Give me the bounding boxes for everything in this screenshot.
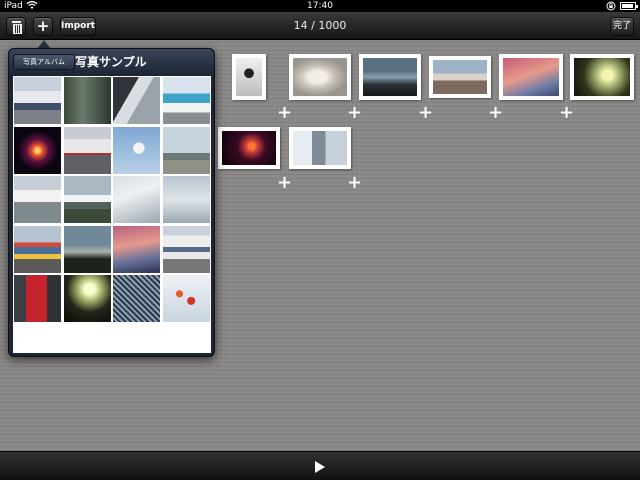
photo-thumbnail[interactable] bbox=[14, 176, 61, 223]
top-toolbar: + Import 14 / 1000 完了 bbox=[0, 12, 640, 40]
insert-plus-icon[interactable]: + bbox=[418, 104, 433, 122]
photo-thumbnail[interactable] bbox=[63, 126, 111, 174]
photo-thumbnail[interactable] bbox=[162, 176, 210, 223]
canvas-photo[interactable] bbox=[570, 54, 634, 100]
photo-image bbox=[433, 60, 487, 94]
photo-thumbnail[interactable] bbox=[14, 225, 61, 273]
insert-plus-icon[interactable]: + bbox=[347, 174, 362, 192]
canvas-photo[interactable] bbox=[499, 54, 563, 100]
status-bar: iPad 17:40 bbox=[0, 0, 640, 12]
photo-thumbnail[interactable] bbox=[113, 126, 160, 174]
photo-image bbox=[363, 58, 417, 96]
photo-counter: 14 / 1000 bbox=[293, 19, 347, 32]
photo-image bbox=[222, 131, 276, 165]
canvas-photo[interactable] bbox=[289, 54, 351, 100]
photo-image bbox=[503, 58, 559, 96]
canvas-photo[interactable] bbox=[218, 127, 280, 169]
photo-thumbnail[interactable] bbox=[113, 225, 160, 273]
photo-thumbnail[interactable] bbox=[162, 126, 210, 174]
insert-plus-icon[interactable]: + bbox=[488, 104, 503, 122]
photo-grid bbox=[13, 76, 211, 353]
photo-thumbnail[interactable] bbox=[113, 275, 160, 322]
photo-thumbnail[interactable] bbox=[162, 275, 210, 322]
photo-thumbnail[interactable] bbox=[162, 77, 210, 124]
insert-plus-icon[interactable]: + bbox=[277, 104, 292, 122]
photo-thumbnail[interactable] bbox=[63, 176, 111, 223]
photo-thumbnail[interactable] bbox=[63, 275, 111, 322]
photo-thumbnail[interactable] bbox=[63, 225, 111, 273]
battery-icon bbox=[620, 2, 638, 10]
photo-thumbnail[interactable] bbox=[63, 77, 111, 124]
photo-image bbox=[236, 58, 262, 96]
canvas-photo[interactable] bbox=[429, 56, 491, 98]
done-button[interactable]: 完了 bbox=[610, 17, 634, 36]
insert-plus-icon[interactable]: + bbox=[559, 104, 574, 122]
popover-header: 写真アルバム 写真サンプル bbox=[9, 49, 214, 75]
album-back-button[interactable]: 写真アルバム bbox=[13, 54, 75, 70]
battery-level bbox=[622, 4, 633, 8]
photo-thumbnail[interactable] bbox=[14, 77, 61, 124]
canvas-photo[interactable] bbox=[232, 54, 266, 100]
play-icon[interactable] bbox=[315, 461, 325, 473]
insert-plus-icon[interactable]: + bbox=[277, 174, 292, 192]
status-time: 17:40 bbox=[307, 1, 333, 11]
popover-title: 写真サンプル bbox=[75, 55, 147, 69]
photo-picker-popover: 写真アルバム 写真サンプル bbox=[8, 48, 215, 357]
bottom-toolbar bbox=[0, 451, 640, 480]
photo-image bbox=[293, 58, 347, 96]
insert-plus-icon[interactable]: + bbox=[347, 104, 362, 122]
photo-thumbnail[interactable] bbox=[162, 225, 210, 273]
photo-thumbnail[interactable] bbox=[113, 77, 160, 124]
canvas-photo[interactable] bbox=[289, 127, 351, 169]
photo-image bbox=[293, 131, 347, 165]
photo-thumbnail[interactable] bbox=[14, 126, 61, 174]
photo-image bbox=[574, 58, 630, 96]
photo-thumbnail[interactable] bbox=[113, 176, 160, 223]
photo-thumbnail[interactable] bbox=[14, 275, 61, 322]
canvas-photo[interactable] bbox=[359, 54, 421, 100]
